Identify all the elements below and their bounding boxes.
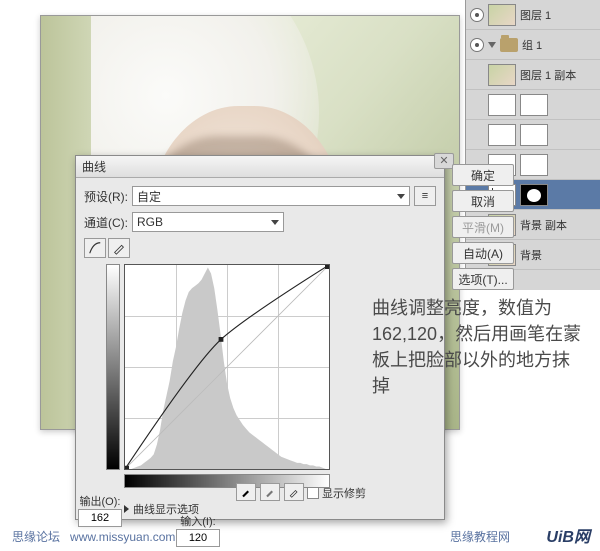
chevron-down-icon[interactable] bbox=[488, 42, 496, 48]
preset-value: 自定 bbox=[137, 188, 161, 205]
layer-row[interactable]: 组 1 bbox=[466, 30, 600, 60]
control-point[interactable] bbox=[219, 337, 224, 342]
channel-value: RGB bbox=[137, 215, 163, 229]
credit-forum: 思缘论坛 bbox=[12, 530, 60, 544]
mask-thumbnail[interactable] bbox=[520, 124, 548, 146]
output-gradient bbox=[106, 264, 120, 470]
curve-line[interactable] bbox=[125, 265, 329, 469]
input-input[interactable] bbox=[176, 529, 220, 547]
channel-label: 通道(C): bbox=[84, 214, 128, 231]
output-label: 输出(O): bbox=[78, 493, 122, 509]
cancel-button[interactable]: 取消 bbox=[452, 190, 514, 212]
show-clipping-label: 显示修剪 bbox=[322, 485, 366, 501]
preset-label: 预设(R): bbox=[84, 188, 128, 205]
auto-button[interactable]: 自动(A) bbox=[452, 242, 514, 264]
layer-label: 图层 1 副本 bbox=[520, 67, 576, 83]
preset-row: 预设(R): 自定 ≡ bbox=[84, 186, 436, 206]
dialog-titlebar[interactable]: 曲线 bbox=[76, 156, 444, 178]
output-input[interactable] bbox=[78, 509, 122, 527]
layer-thumbnail[interactable] bbox=[488, 4, 516, 26]
output-field-group: 输出(O): bbox=[78, 493, 122, 527]
layer-label: 背景 副本 bbox=[520, 217, 567, 233]
mask-thumbnail[interactable] bbox=[520, 184, 548, 206]
black-point-eyedropper[interactable] bbox=[236, 483, 256, 501]
visibility-icon[interactable] bbox=[470, 38, 484, 52]
display-options-toggle[interactable]: 曲线显示选项 bbox=[124, 501, 199, 517]
gray-point-eyedropper[interactable] bbox=[260, 483, 280, 501]
visibility-icon[interactable] bbox=[470, 8, 484, 22]
smooth-button[interactable]: 平滑(M) bbox=[452, 216, 514, 238]
layer-label: 图层 1 bbox=[520, 7, 551, 23]
white-point-eyedropper[interactable] bbox=[284, 483, 304, 501]
site-logo: UiB网 bbox=[546, 523, 590, 547]
credit-url: www.missyuan.com bbox=[70, 530, 175, 544]
layer-row[interactable]: 图层 1 副本 bbox=[466, 60, 600, 90]
curve-point-tool[interactable] bbox=[84, 238, 106, 258]
chevron-down-icon bbox=[397, 194, 405, 199]
preset-menu-button[interactable]: ≡ bbox=[414, 186, 436, 206]
ok-button[interactable]: 确定 bbox=[452, 164, 514, 186]
credit-left: 思缘论坛 www.missyuan.com bbox=[12, 528, 175, 545]
options-button[interactable]: 选项(T)... bbox=[452, 268, 514, 290]
folder-icon bbox=[500, 38, 518, 52]
layer-row[interactable]: 图层 1 bbox=[466, 0, 600, 30]
annotation-text: 曲线调整亮度，数值为162,120，然后用画笔在蒙板上把脸部以外的地方抹掉 bbox=[372, 295, 582, 399]
curves-chart-area bbox=[124, 264, 330, 470]
logo-part-b: 网 bbox=[574, 529, 590, 546]
preset-select[interactable]: 自定 bbox=[132, 186, 410, 206]
chevron-down-icon bbox=[271, 220, 279, 225]
input-field-group: 输入(I): bbox=[176, 513, 220, 547]
channel-row: 通道(C): RGB bbox=[84, 212, 284, 232]
mask-thumbnail[interactable] bbox=[520, 154, 548, 176]
show-clipping-checkbox[interactable]: 显示修剪 bbox=[307, 485, 366, 501]
credit-right: 思缘教程网 bbox=[450, 528, 510, 545]
curve-tool-buttons bbox=[84, 238, 436, 258]
checkbox-icon[interactable] bbox=[307, 487, 319, 499]
dialog-buttons: 确定 取消 平滑(M) 自动(A) 选项(T)... bbox=[452, 164, 514, 290]
layer-row[interactable] bbox=[466, 90, 600, 120]
chevron-right-icon bbox=[124, 505, 129, 513]
mask-thumbnail[interactable] bbox=[520, 94, 548, 116]
adjustment-thumbnail[interactable] bbox=[488, 94, 516, 116]
layer-thumbnail[interactable] bbox=[488, 64, 516, 86]
layer-label: 背景 bbox=[520, 247, 542, 263]
curve-pencil-tool[interactable] bbox=[108, 238, 130, 258]
layer-row[interactable] bbox=[466, 120, 600, 150]
logo-part-a: UiB bbox=[546, 529, 574, 546]
eyedropper-group bbox=[236, 483, 304, 501]
layer-label: 组 1 bbox=[522, 37, 542, 53]
dialog-title: 曲线 bbox=[82, 158, 106, 175]
adjustment-thumbnail[interactable] bbox=[488, 124, 516, 146]
channel-select[interactable]: RGB bbox=[132, 212, 284, 232]
curves-chart[interactable] bbox=[124, 264, 330, 470]
display-options-label: 曲线显示选项 bbox=[133, 501, 199, 517]
close-button[interactable]: ✕ bbox=[434, 153, 454, 169]
